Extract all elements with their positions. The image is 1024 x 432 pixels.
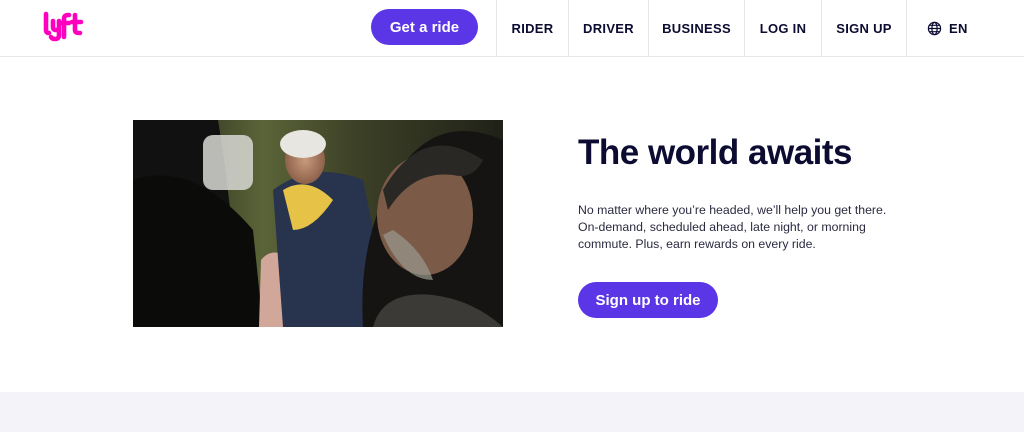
hero-description: No matter where you’re headed, we’ll hel…	[578, 202, 898, 253]
get-a-ride-button[interactable]: Get a ride	[371, 9, 478, 45]
hero-photo	[133, 120, 503, 327]
lyft-logo[interactable]	[42, 11, 86, 43]
language-label: EN	[949, 21, 968, 36]
language-selector[interactable]: EN	[906, 0, 976, 57]
nav-signup[interactable]: SIGN UP	[821, 0, 906, 57]
main-nav: RIDER DRIVER BUSINESS LOG IN SIGN UP EN	[496, 0, 976, 57]
site-header: Get a ride RIDER DRIVER BUSINESS LOG IN …	[0, 0, 1024, 57]
sign-up-to-ride-button[interactable]: Sign up to ride	[578, 282, 718, 318]
hero-title: The world awaits	[578, 133, 853, 172]
hero-description-line: On-demand, scheduled ahead, late night, …	[578, 220, 866, 234]
hero-description-line: commute. Plus, earn rewards on every rid…	[578, 237, 816, 251]
nav-rider[interactable]: RIDER	[496, 0, 568, 57]
nav-driver[interactable]: DRIVER	[568, 0, 648, 57]
hero-description-line: No matter where you’re headed, we’ll hel…	[578, 203, 887, 217]
nav-business[interactable]: BUSINESS	[648, 0, 744, 57]
globe-icon	[927, 21, 942, 36]
next-section-band	[0, 392, 1024, 432]
nav-login[interactable]: LOG IN	[744, 0, 821, 57]
